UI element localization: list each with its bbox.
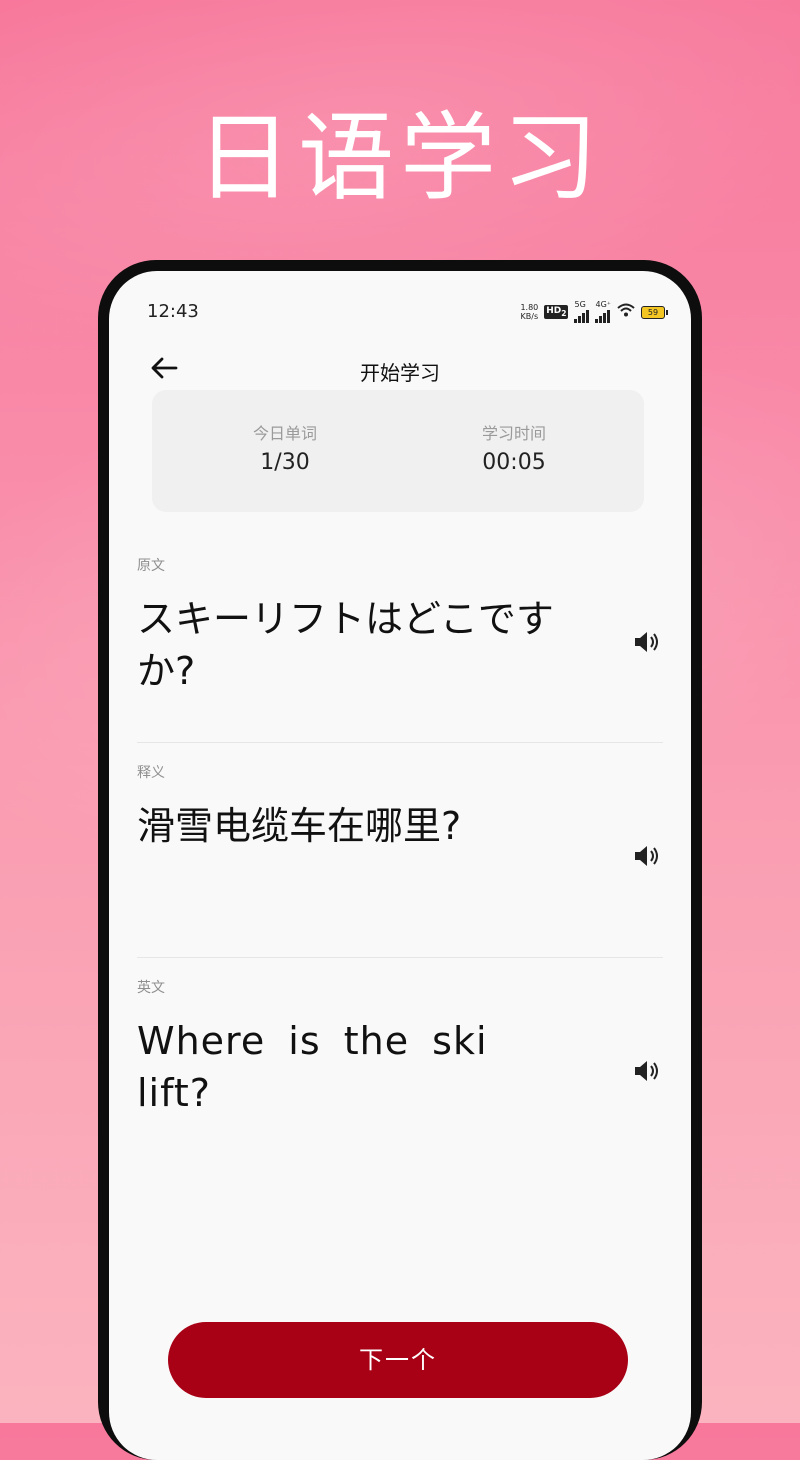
headline: 日语学习 — [196, 102, 604, 214]
page-title: 开始学习 — [360, 361, 440, 385]
signal-label-1: 5G — [574, 300, 586, 309]
signal-icon: 5G — [574, 300, 590, 323]
speaker-icon[interactable] — [633, 628, 663, 658]
battery-icon: 59 — [641, 305, 668, 319]
net-speed-unit: KB/s — [520, 312, 539, 321]
meaning-section: 释义 滑雪电缆车在哪里? — [137, 762, 663, 866]
today-words-stat: 今日单词 1/30 — [185, 420, 385, 475]
status-time: 12:43 — [147, 301, 199, 322]
study-time-stat: 学习时间 00:05 — [414, 420, 614, 475]
english-section: 英文 Where is the ski lift? — [137, 977, 663, 1119]
signal-label-2: 4G⁺ — [595, 300, 611, 309]
next-button[interactable]: 下一个 — [168, 1322, 628, 1398]
today-words-value: 1/30 — [260, 450, 310, 475]
hd-label: HD — [546, 306, 562, 317]
speaker-icon[interactable] — [633, 1057, 663, 1087]
original-label: 原文 — [137, 558, 165, 574]
today-words-label: 今日单词 — [252, 424, 317, 443]
original-section: 原文 スキーリフトはどこですか? — [137, 555, 663, 697]
speaker-icon[interactable] — [633, 842, 663, 872]
stats-card: 今日单词 1/30 学习时间 00:05 — [152, 390, 644, 512]
meaning-label: 释义 — [137, 765, 165, 781]
signal-icon: 4G⁺ — [595, 301, 611, 323]
study-time-value: 00:05 — [482, 450, 546, 475]
status-icons: 1.80 KB/s HD2 5G 4G⁺ 59 — [520, 300, 668, 323]
app-screen: 12:43 1.80 KB/s HD2 5G 4G⁺ 59 开始学习 今日单词 … — [109, 271, 691, 1460]
original-text: スキーリフトはどこですか? — [137, 597, 554, 693]
net-speed: 1.80 KB/s — [520, 303, 538, 321]
english-label: 英文 — [137, 980, 165, 996]
divider — [137, 742, 663, 743]
status-bar: 12:43 1.80 KB/s HD2 5G 4G⁺ 59 — [109, 271, 691, 351]
hd-badge: HD2 — [544, 305, 569, 319]
phone-frame: 12:43 1.80 KB/s HD2 5G 4G⁺ 59 开始学习 今日单词 … — [98, 260, 702, 1460]
net-speed-value: 1.80 — [520, 303, 539, 312]
meaning-text: 滑雪电缆车在哪里? — [137, 804, 462, 848]
wifi-icon — [617, 303, 635, 321]
study-time-label: 学习时间 — [481, 424, 546, 443]
divider — [137, 957, 663, 958]
english-text: Where is the ski lift? — [137, 1019, 488, 1115]
hd-sub: 2 — [561, 308, 567, 318]
